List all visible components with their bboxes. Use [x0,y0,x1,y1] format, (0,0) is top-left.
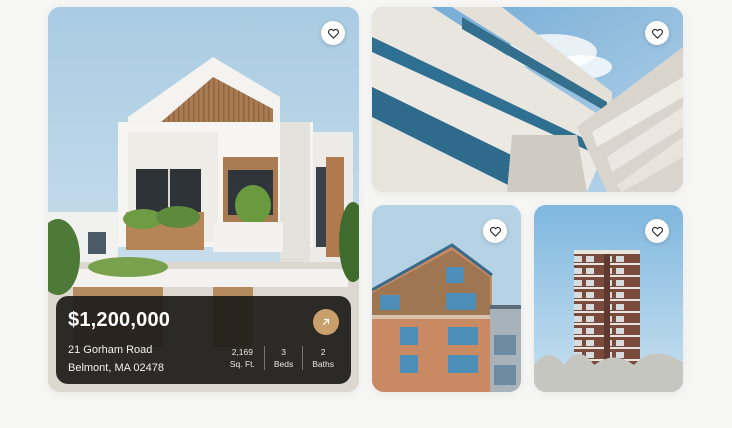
heart-outline-icon [651,226,663,237]
property-card-building[interactable] [372,7,683,192]
arrow-up-right-icon [322,318,330,326]
stat-beds: 3 Beds [263,346,302,370]
stat-sqft: 2,169 Sq. Ft. [221,346,264,370]
stat-label: Beds [273,359,294,369]
property-card-main[interactable]: $1,200,000 21 Gorham Road Belmont, MA 02… [48,7,359,392]
favorite-button[interactable] [321,21,345,45]
listing-info-panel: $1,200,000 21 Gorham Road Belmont, MA 02… [56,296,351,384]
heart-outline-icon [651,28,663,39]
open-listing-button[interactable] [313,309,339,335]
listing-stats: 2,169 Sq. Ft. 3 Beds 2 Baths [221,346,343,370]
property-card-wood-house[interactable] [372,205,521,392]
stat-value: 3 [281,347,286,357]
heart-outline-icon [489,226,501,237]
stat-value: 2 [320,347,326,357]
property-card-tower[interactable] [534,205,683,392]
stat-label: Baths [312,359,334,369]
listing-price: $1,200,000 [68,309,171,331]
address-street: 21 Gorham Road [68,344,153,356]
stat-baths: 2 Baths [302,346,343,370]
heart-outline-icon [327,28,339,39]
address-city: Belmont, MA 02478 [68,362,165,374]
favorite-button[interactable] [483,219,507,243]
stat-label: Sq. Ft. [229,359,255,369]
favorite-button[interactable] [645,21,669,45]
stat-value: 2,169 [231,347,253,357]
building-photo [372,7,683,192]
favorite-button[interactable] [645,219,669,243]
